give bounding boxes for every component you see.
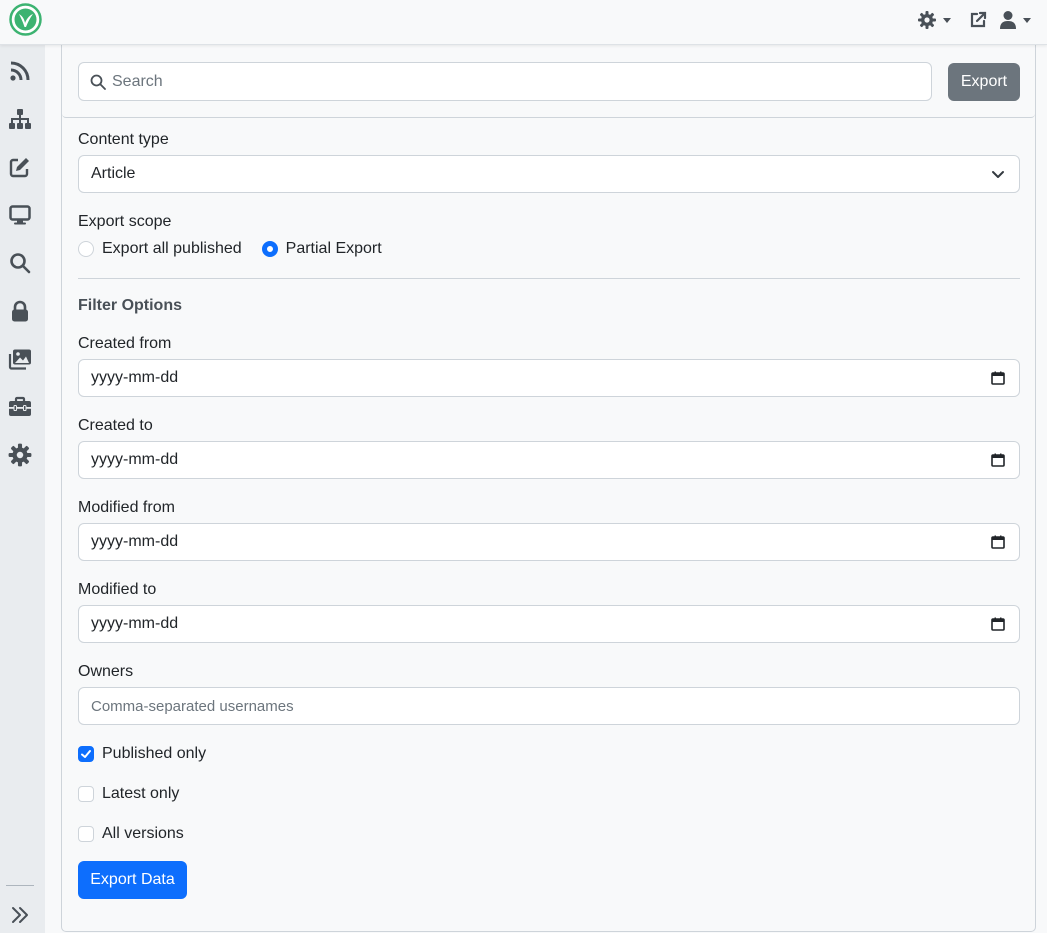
search-icon	[10, 253, 31, 274]
sidebar-item-preview[interactable]	[7, 202, 33, 228]
chevron-down-icon	[992, 171, 1004, 178]
export-button[interactable]: Export	[948, 63, 1020, 101]
sidebar	[0, 45, 45, 933]
published-only-label[interactable]: Published only	[102, 745, 206, 763]
sidebar-item-settings[interactable]	[7, 442, 33, 468]
date-placeholder: yyyy-mm-dd	[91, 451, 179, 468]
created-from-label: Created from	[78, 335, 172, 352]
desktop-icon	[9, 205, 31, 225]
published-only-option[interactable]: Published only	[78, 745, 206, 763]
rss-feed-icon	[10, 61, 30, 81]
external-link-button[interactable]	[968, 9, 988, 31]
sidebar-item-edit[interactable]	[7, 154, 33, 180]
lock-icon	[12, 300, 28, 322]
chevron-down-icon	[943, 17, 951, 23]
sidebar-divider	[6, 885, 34, 886]
sitemap-icon	[9, 109, 31, 129]
export-panel: Export Content type Article Export scope…	[61, 45, 1036, 932]
all-versions-label[interactable]: All versions	[102, 825, 184, 843]
user-icon	[1000, 11, 1016, 29]
radio-export-all-published[interactable]	[78, 241, 94, 257]
logo-icon[interactable]	[9, 3, 42, 36]
calendar-icon[interactable]	[991, 617, 1005, 631]
user-dropdown[interactable]	[999, 9, 1031, 31]
content-type-label: Content type	[78, 131, 169, 148]
all-versions-checkbox[interactable]	[78, 826, 94, 842]
images-icon	[8, 349, 31, 370]
created-to-date-input[interactable]: yyyy-mm-dd	[78, 441, 1020, 479]
search-card: Export	[62, 45, 1035, 118]
sidebar-item-feed[interactable]	[7, 58, 33, 84]
export-scope-group: Export all published Partial Export	[78, 240, 402, 258]
modified-to-label: Modified to	[78, 581, 157, 598]
section-divider	[78, 278, 1020, 279]
calendar-icon[interactable]	[991, 453, 1005, 467]
theme-gear-icon	[918, 11, 936, 29]
sidebar-item-structure[interactable]	[7, 106, 33, 132]
calendar-icon[interactable]	[991, 371, 1005, 385]
date-placeholder: yyyy-mm-dd	[91, 533, 179, 550]
expand-chevrons-icon	[12, 907, 28, 923]
theme-dropdown[interactable]	[917, 9, 951, 31]
owners-input[interactable]: Comma-separated usernames	[78, 687, 1020, 725]
date-placeholder: yyyy-mm-dd	[91, 369, 179, 386]
latest-only-checkbox[interactable]	[78, 786, 94, 802]
all-versions-option[interactable]: All versions	[78, 825, 184, 843]
sidebar-item-security[interactable]	[7, 298, 33, 324]
sidebar-item-tools[interactable]	[7, 394, 33, 420]
sidebar-expand-button[interactable]	[7, 902, 33, 928]
checkmark-icon	[81, 750, 91, 758]
modified-to-date-input[interactable]: yyyy-mm-dd	[78, 605, 1020, 643]
owners-placeholder: Comma-separated usernames	[91, 697, 294, 715]
created-from-date-input[interactable]: yyyy-mm-dd	[78, 359, 1020, 397]
sidebar-item-search[interactable]	[7, 250, 33, 276]
search-box[interactable]	[78, 62, 932, 101]
radio-label-export-all-published[interactable]: Export all published	[102, 240, 242, 258]
toolbox-icon	[9, 396, 31, 416]
modified-from-label: Modified from	[78, 499, 175, 516]
date-placeholder: yyyy-mm-dd	[91, 615, 179, 632]
latest-only-label[interactable]: Latest only	[102, 785, 179, 803]
radio-label-partial-export[interactable]: Partial Export	[286, 240, 382, 258]
modified-from-date-input[interactable]: yyyy-mm-dd	[78, 523, 1020, 561]
gear-icon	[8, 443, 32, 467]
latest-only-option[interactable]: Latest only	[78, 785, 179, 803]
export-data-button[interactable]: Export Data	[78, 861, 187, 899]
sidebar-item-media[interactable]	[7, 346, 33, 372]
published-only-checkbox[interactable]	[78, 746, 94, 762]
radio-partial-export[interactable]	[261, 241, 278, 257]
content-type-select[interactable]: Article	[78, 155, 1020, 193]
owners-label: Owners	[78, 663, 134, 680]
created-to-label: Created to	[78, 417, 153, 434]
external-link-icon	[970, 11, 987, 28]
export-scope-label: Export scope	[78, 213, 172, 230]
top-navbar	[0, 0, 1047, 45]
filter-options-title: Filter Options	[78, 297, 182, 314]
calendar-icon[interactable]	[991, 535, 1005, 549]
search-icon	[90, 74, 106, 90]
edit-icon	[9, 158, 29, 178]
chevron-down-icon	[1023, 17, 1031, 23]
content-type-value: Article	[91, 165, 136, 182]
search-input[interactable]	[112, 72, 931, 91]
